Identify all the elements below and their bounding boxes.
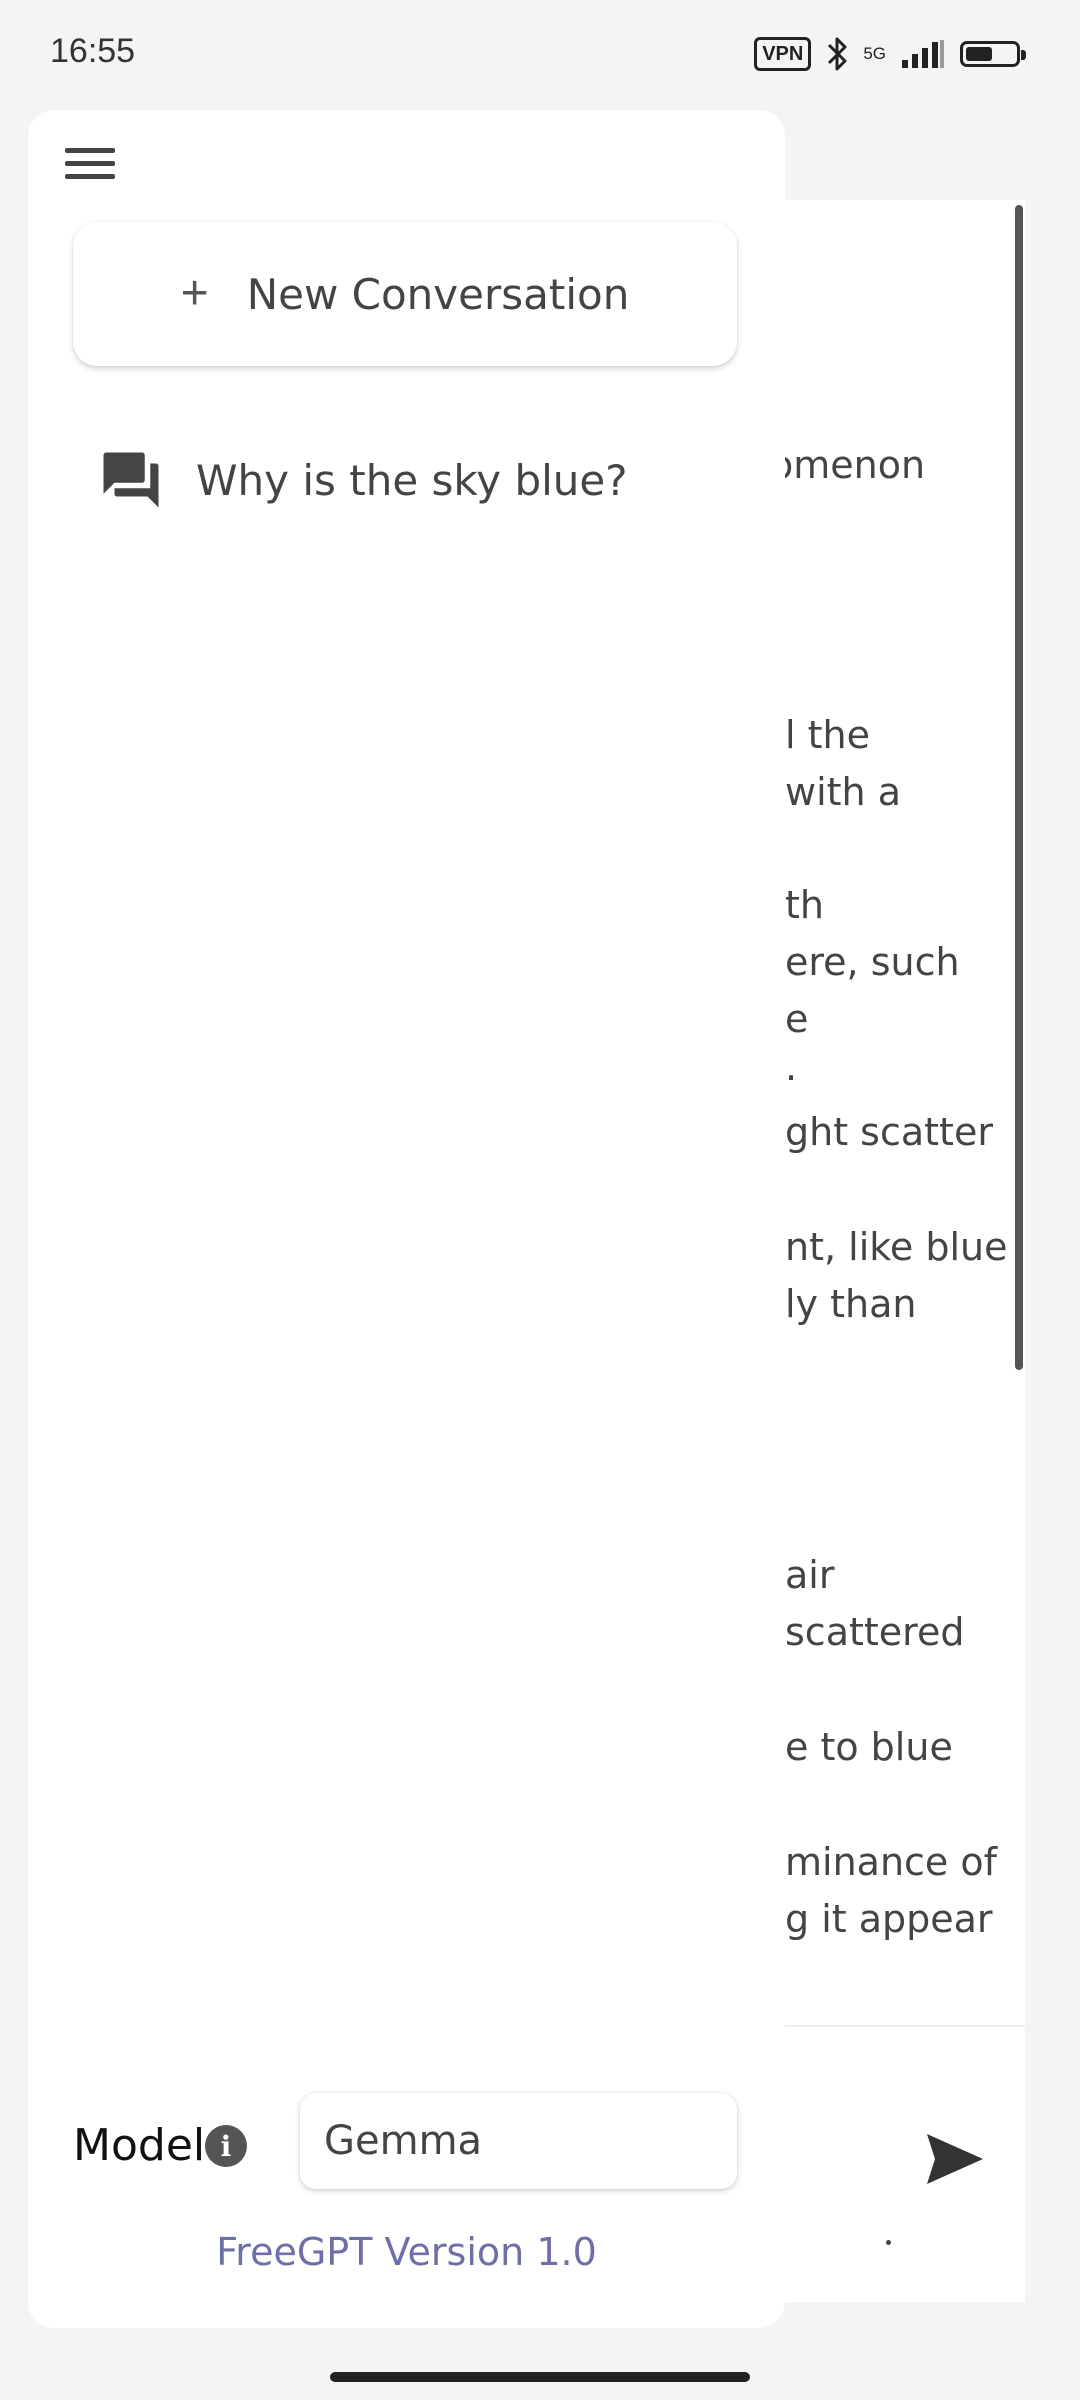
chat-fragment: ly than — [785, 1282, 917, 1326]
status-time: 16:55 — [50, 32, 136, 70]
home-indicator[interactable] — [330, 2372, 750, 2382]
battery-icon — [960, 41, 1026, 67]
forum-icon — [103, 452, 159, 508]
vpn-badge: VPN — [754, 37, 812, 71]
info-icon[interactable]: i — [205, 2125, 247, 2167]
battery-fill — [966, 47, 992, 61]
signal-icon — [902, 40, 944, 68]
chat-fragment: scattered — [785, 1610, 965, 1654]
chat-fragment: nt, like blue — [785, 1225, 1008, 1269]
chat-fragment: g it appear — [785, 1897, 993, 1941]
chat-fragment: th — [785, 883, 824, 927]
bluetooth-icon — [828, 37, 847, 71]
network-type: 5G — [863, 44, 886, 63]
chat-fragment: with a — [785, 770, 901, 814]
plus-icon: + — [180, 267, 209, 320]
new-conversation-label: New Conversation — [246, 269, 630, 319]
send-icon[interactable] — [925, 2130, 985, 2188]
chat-fragment: omenon — [770, 443, 926, 487]
hamburger-menu-icon[interactable] — [58, 135, 122, 191]
chat-fragment: . — [785, 1045, 798, 1089]
chat-fragment: ght scatter — [785, 1110, 993, 1154]
chat-fragment: minance of — [785, 1840, 998, 1884]
new-conversation-button[interactable]: + New Conversation — [73, 222, 737, 366]
conversation-title: Why is the sky blue? — [196, 455, 628, 505]
chat-fragment: l the — [785, 713, 870, 757]
version-label: FreeGPT Version 1.0 — [216, 2230, 597, 2274]
chat-fragment: e — [785, 997, 809, 1041]
chat-fragment: ere, such — [785, 940, 960, 984]
chat-fragment: air — [785, 1553, 835, 1597]
model-selector-row: Model i Gemma — [73, 2085, 773, 2205]
status-bar: 16:55 VPN 5G — [0, 0, 1080, 110]
chat-input-area[interactable] — [770, 2025, 1025, 2302]
status-icons: VPN 5G — [754, 30, 1026, 78]
chat-dot — [886, 2240, 891, 2245]
model-label: Model — [73, 2120, 206, 2171]
model-select[interactable]: Gemma — [300, 2093, 737, 2189]
conversation-item[interactable]: Why is the sky blue? — [88, 430, 728, 530]
chat-fragment: e to blue — [785, 1725, 953, 1769]
navigation-drawer: + New Conversation Why is the sky blue? … — [28, 110, 785, 2328]
chat-scrollbar[interactable] — [1015, 205, 1023, 1370]
